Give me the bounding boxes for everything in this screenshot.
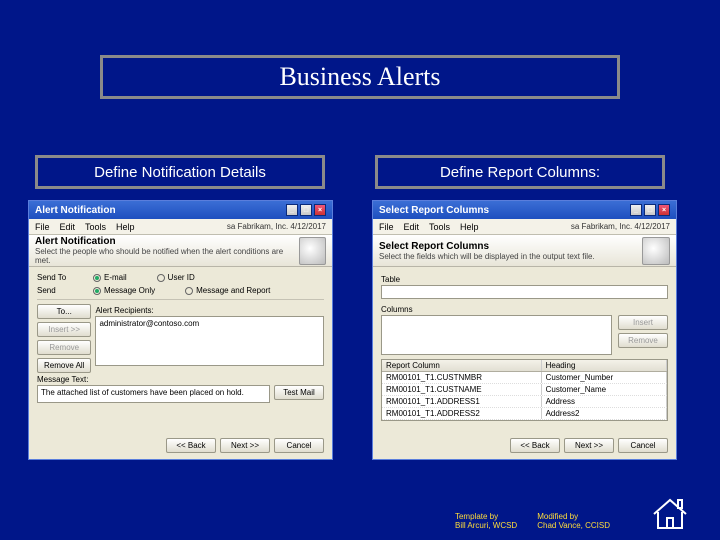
recipients-label: Alert Recipients:: [95, 306, 324, 315]
window-title: Alert Notification: [35, 205, 116, 216]
menubar: File Edit Tools Help sa Fabrikam, Inc. 4…: [29, 219, 332, 235]
back-button[interactable]: << Back: [510, 438, 560, 453]
slide-title-box: Business Alerts: [100, 55, 620, 99]
menu-file[interactable]: File: [35, 222, 50, 232]
status-text: sa Fabrikam, Inc. 4/12/2017: [227, 222, 326, 231]
menu-tools[interactable]: Tools: [429, 222, 450, 232]
menu-tools[interactable]: Tools: [85, 222, 106, 232]
list-item: RM00101_T1.ADDRESS1Address: [382, 396, 667, 408]
menu-edit[interactable]: Edit: [404, 222, 420, 232]
window-title: Select Report Columns: [379, 205, 489, 216]
credit-template-label: Template by: [455, 512, 517, 521]
banner-subtitle: Select the people who should be notified…: [35, 247, 293, 265]
remove-button[interactable]: Remove: [618, 333, 668, 348]
recipients-field[interactable]: administrator@contoso.com: [95, 316, 324, 366]
slide-title: Business Alerts: [279, 62, 440, 92]
to-button[interactable]: To...: [37, 304, 91, 319]
maximize-icon[interactable]: □: [300, 204, 312, 216]
col-header-heading: Heading: [542, 360, 667, 371]
radio-message-only[interactable]: Message Only: [93, 286, 155, 295]
menu-help[interactable]: Help: [460, 222, 479, 232]
back-button[interactable]: << Back: [166, 438, 216, 453]
message-field[interactable]: The attached list of customers have been…: [37, 385, 270, 403]
bell-icon: [299, 237, 326, 265]
table-label: Table: [381, 275, 668, 284]
credits: Template by Bill Arcuri, WCSD Modified b…: [455, 512, 610, 530]
credit-template-value: Bill Arcuri, WCSD: [455, 521, 517, 530]
report-columns-list[interactable]: Report Column Heading RM00101_T1.CUSTNMB…: [381, 359, 668, 421]
insert-button[interactable]: Insert >>: [37, 322, 91, 337]
select-report-columns-window: Select Report Columns _ □ × File Edit To…: [372, 200, 677, 460]
banner: Alert Notification Select the people who…: [29, 235, 332, 267]
home-icon[interactable]: [650, 496, 690, 532]
alert-notification-window: Alert Notification _ □ × File Edit Tools…: [28, 200, 333, 460]
insert-button[interactable]: Insert: [618, 315, 668, 330]
menubar: File Edit Tools Help sa Fabrikam, Inc. 4…: [373, 219, 676, 235]
list-item: RM00101_T1.CUSTNAMECustomer_Name: [382, 384, 667, 396]
radio-message-report[interactable]: Message and Report: [185, 286, 270, 295]
sendto-label: Send To: [37, 273, 87, 282]
maximize-icon[interactable]: □: [644, 204, 656, 216]
banner: Select Report Columns Select the fields …: [373, 235, 676, 267]
next-button[interactable]: Next >>: [564, 438, 614, 453]
right-heading: Define Report Columns:: [440, 164, 600, 181]
table-dropdown[interactable]: [381, 285, 668, 299]
left-heading: Define Notification Details: [94, 164, 266, 181]
cancel-button[interactable]: Cancel: [618, 438, 668, 453]
menu-file[interactable]: File: [379, 222, 394, 232]
right-heading-box: Define Report Columns:: [375, 155, 665, 189]
window-titlebar: Alert Notification _ □ ×: [29, 201, 332, 219]
menu-help[interactable]: Help: [116, 222, 135, 232]
remove-button[interactable]: Remove: [37, 340, 91, 355]
list-item: RM00101_T1.ADDRESS2Address2: [382, 408, 667, 420]
close-icon[interactable]: ×: [314, 204, 326, 216]
send-label: Send: [37, 286, 87, 295]
columns-listbox[interactable]: [381, 315, 612, 355]
banner-subtitle: Select the fields which will be displaye…: [379, 252, 595, 261]
col-header-report: Report Column: [382, 360, 542, 371]
columns-label: Columns: [381, 305, 612, 314]
next-button[interactable]: Next >>: [220, 438, 270, 453]
minimize-icon[interactable]: _: [286, 204, 298, 216]
report-icon: [642, 237, 670, 265]
radio-email[interactable]: E-mail: [93, 273, 127, 282]
message-label: Message Text:: [37, 375, 324, 384]
removeall-button[interactable]: Remove All: [37, 358, 91, 373]
testmail-button[interactable]: Test Mail: [274, 385, 324, 400]
window-titlebar: Select Report Columns _ □ ×: [373, 201, 676, 219]
left-heading-box: Define Notification Details: [35, 155, 325, 189]
credit-modified-label: Modified by: [537, 512, 610, 521]
close-icon[interactable]: ×: [658, 204, 670, 216]
banner-title: Select Report Columns: [379, 241, 595, 252]
credit-modified-value: Chad Vance, CCISD: [537, 521, 610, 530]
list-item: RM00101_T1.CUSTNMBRCustomer_Number: [382, 372, 667, 384]
menu-edit[interactable]: Edit: [60, 222, 76, 232]
minimize-icon[interactable]: _: [630, 204, 642, 216]
radio-userid[interactable]: User ID: [157, 273, 195, 282]
cancel-button[interactable]: Cancel: [274, 438, 324, 453]
status-text: sa Fabrikam, Inc. 4/12/2017: [571, 222, 670, 231]
banner-title: Alert Notification: [35, 236, 293, 247]
